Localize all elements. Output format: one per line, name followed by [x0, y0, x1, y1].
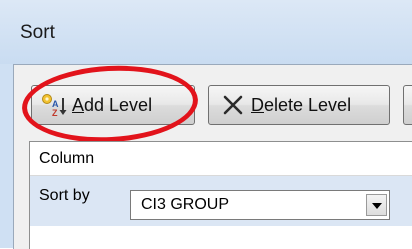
- add-level-icon: A Z: [40, 92, 68, 118]
- delete-level-button[interactable]: Delete Level: [208, 85, 390, 125]
- delete-x-icon: [221, 93, 245, 117]
- dialog-title: Sort: [20, 22, 55, 43]
- sort-by-label: Sort by: [39, 187, 90, 204]
- add-level-button[interactable]: A Z Add Level: [31, 85, 195, 125]
- sort-dialog: Sort A Z Add Level Delete Level Column S…: [0, 0, 412, 249]
- dropdown-arrow-icon[interactable]: [366, 194, 387, 216]
- title-bar: Sort: [0, 0, 412, 64]
- delete-level-label: Delete Level: [251, 94, 352, 115]
- sort-levels-grid: Column Sort by CI3 GROUP: [29, 141, 412, 249]
- next-toolbar-button-partial[interactable]: [403, 85, 412, 125]
- svg-text:Z: Z: [52, 108, 58, 118]
- sort-column-value: CI3 GROUP: [141, 196, 230, 213]
- sort-level-row[interactable]: Sort by CI3 GROUP: [30, 176, 412, 226]
- column-header: Column: [39, 150, 95, 167]
- sort-column-select[interactable]: CI3 GROUP: [130, 190, 390, 220]
- add-level-label: Add Level: [72, 94, 153, 115]
- grid-header-row: Column: [30, 142, 412, 176]
